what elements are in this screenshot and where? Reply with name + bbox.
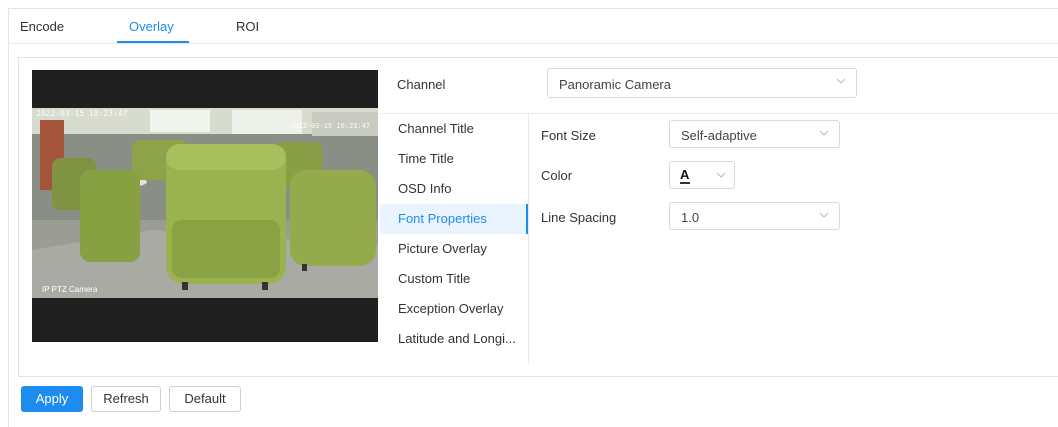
font-size-value: Self-adaptive: [681, 128, 757, 143]
menu-item-osd-info[interactable]: OSD Info: [380, 174, 528, 204]
line-spacing-value: 1.0: [681, 210, 700, 225]
tab-encode[interactable]: Encode: [20, 19, 64, 34]
line-spacing-label: Line Spacing: [541, 210, 617, 225]
menu-item-time-title[interactable]: Time Title: [380, 144, 528, 174]
channel-select-value: Panoramic Camera: [559, 77, 671, 92]
tab-overlay[interactable]: Overlay: [129, 19, 174, 34]
menu-item-exception-overlay[interactable]: Exception Overlay: [380, 294, 528, 324]
font-size-select[interactable]: Self-adaptive: [669, 120, 840, 148]
font-color-swatch: A: [680, 167, 690, 182]
video-preview[interactable]: 2022-03-15 10:23:47 2022-03-15 10:23:47 …: [32, 70, 378, 342]
menu-item-custom-title[interactable]: Custom Title: [380, 264, 528, 294]
tab-roi[interactable]: ROI: [236, 19, 259, 34]
channel-select[interactable]: Panoramic Camera: [547, 68, 857, 98]
chevron-down-icon: [819, 128, 829, 138]
color-label: Color: [541, 168, 573, 183]
chevron-down-icon: [836, 76, 846, 86]
menu-item-font-properties[interactable]: Font Properties: [380, 204, 528, 234]
line-spacing-select[interactable]: 1.0: [669, 202, 840, 230]
preview-channel-name: IP PTZ Camera: [42, 285, 98, 294]
menu-item-channel-title[interactable]: Channel Title: [380, 114, 528, 144]
preview-corner-text: 2022-03-15 10:23:47: [36, 109, 128, 118]
tab-bar: Encode Overlay ROI: [8, 8, 1058, 44]
preview-timestamp: 2022-03-15 10:23:47: [290, 122, 370, 130]
font-size-label: Font Size: [541, 128, 596, 143]
apply-button[interactable]: Apply: [21, 386, 83, 412]
channel-label: Channel: [397, 77, 446, 92]
menu-item-latitude-longitude[interactable]: Latitude and Longi...: [380, 324, 528, 354]
active-tab-indicator: [117, 41, 189, 43]
color-picker[interactable]: A: [669, 161, 735, 189]
default-button[interactable]: Default: [169, 386, 241, 412]
chevron-down-icon: [716, 170, 726, 180]
chevron-down-icon: [819, 210, 829, 220]
font-color-bar: [680, 182, 690, 184]
menu-item-picture-overlay[interactable]: Picture Overlay: [380, 234, 528, 264]
refresh-button[interactable]: Refresh: [91, 386, 161, 412]
camera-scene: 2022-03-15 10:23:47 2022-03-15 10:23:47 …: [32, 70, 378, 342]
menu-divider: [528, 113, 529, 363]
